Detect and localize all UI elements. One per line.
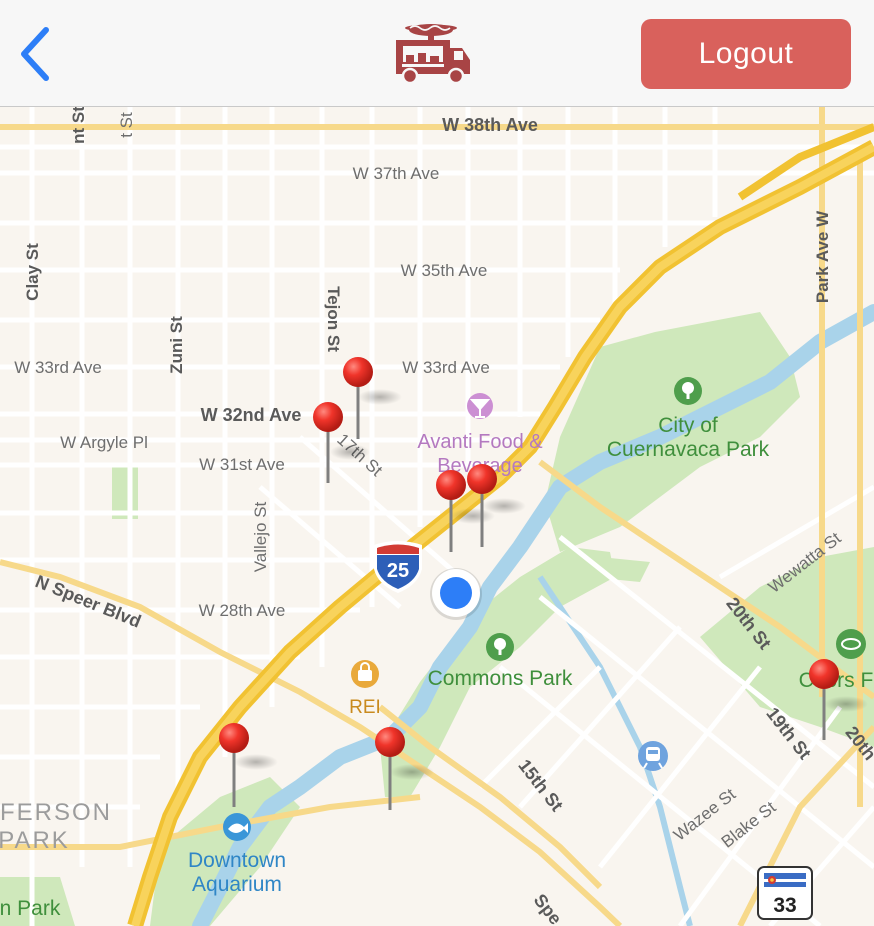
map-pin-icon [313,402,343,432]
logout-button[interactable]: Logout [641,19,851,89]
street-label-nt-st: nt St [69,107,88,144]
place-label-rei: REI [349,697,381,718]
street-label-vallejo: Vallejo St [251,501,270,572]
user-location-icon [430,568,482,620]
map-pin-icon [467,464,497,494]
chevron-left-icon [21,27,49,81]
street-label-tejon: Tejon St [324,286,343,352]
place-label-aquarium-2: Aquarium [192,873,282,896]
stadium-icon [836,629,866,659]
place-label-cuernavaca-1: City of [658,414,718,437]
street-label-w38th: W 38th Ave [442,115,538,135]
back-button[interactable] [8,22,64,86]
map-pin-icon [375,727,405,757]
map-view[interactable]: W 38th Ave W 37th Ave W 35th Ave W 33rd … [0,107,874,926]
place-label-commons: Commons Park [428,667,573,690]
street-label-w31st: W 31st Ave [199,455,285,474]
street-label-t-st: t St [117,112,136,138]
map-pin-icon [343,357,373,387]
state-route-shield: 33 [757,866,813,920]
street-label-park-ave-w: Park Ave W [813,210,832,303]
place-label-n-park: n Park [0,897,61,920]
street-label-argyle: W Argyle Pl [60,433,148,452]
street-label-w32nd: W 32nd Ave [201,405,302,425]
place-label-jefferson-2: PARK [0,827,70,854]
map-pin-icon [809,659,839,689]
street-label-w28th: W 28th Ave [199,601,286,620]
place-label-aquarium-1: Downtown [188,849,286,872]
map-pin-icon [219,723,249,753]
street-label-w33rd-east: W 33rd Ave [402,358,490,377]
place-label-cuernavaca-2: Cuernavaca Park [607,438,770,461]
place-label-jefferson-1: FERSON [0,799,112,826]
food-truck-icon [388,20,474,86]
street-label-w35th: W 35th Ave [401,261,488,280]
street-label-w33rd-west: W 33rd Ave [14,358,102,377]
street-label-w37th: W 37th Ave [353,164,440,183]
map-pin-icon [436,470,466,500]
street-label-zuni: Zuni St [167,316,186,374]
place-label-avanti-1: Avanti Food & [417,431,543,453]
navigation-bar: Logout [0,0,874,107]
svg-text:33: 33 [773,894,796,917]
street-label-clay: Clay St [23,243,42,301]
svg-text:25: 25 [387,560,409,582]
